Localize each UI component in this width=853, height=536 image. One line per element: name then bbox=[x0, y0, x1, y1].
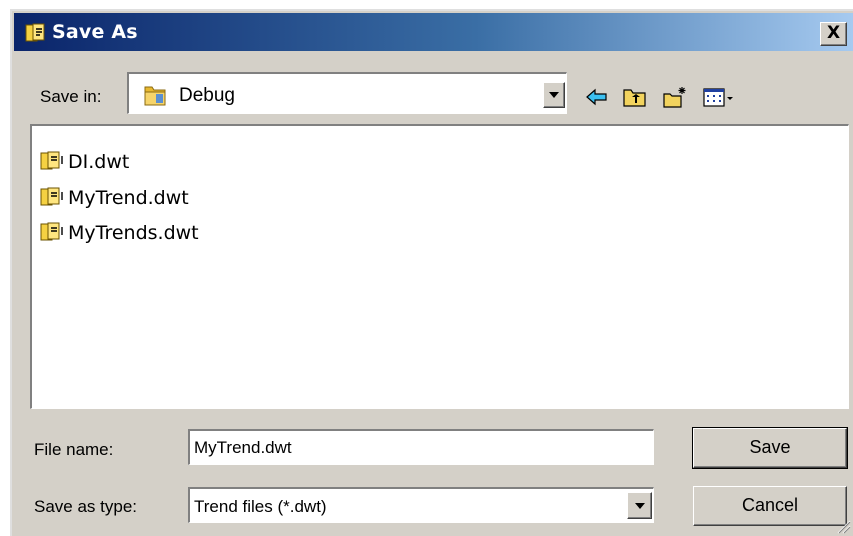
save-in-combo[interactable]: Debug bbox=[127, 72, 567, 114]
file-name-input[interactable] bbox=[188, 429, 654, 465]
file-name: DI.dwt bbox=[68, 151, 130, 173]
view-menu-icon[interactable] bbox=[702, 86, 736, 108]
trend-file-icon bbox=[40, 151, 63, 170]
trend-file-icon bbox=[40, 222, 63, 241]
save-as-type-value: Trend files (*.dwt) bbox=[194, 497, 327, 516]
save-in-value: Debug bbox=[179, 85, 235, 106]
file-name: MyTrend.dwt bbox=[68, 187, 189, 209]
new-folder-icon[interactable] bbox=[662, 86, 688, 108]
cancel-button[interactable]: Cancel bbox=[693, 486, 847, 526]
chevron-down-icon bbox=[635, 503, 645, 509]
save-in-dropdown-button[interactable] bbox=[543, 82, 565, 108]
back-arrow-icon[interactable] bbox=[584, 86, 610, 108]
close-button[interactable]: X bbox=[820, 22, 847, 46]
chevron-down-icon bbox=[549, 92, 559, 98]
file-list[interactable]: DI.dwt MyTrend.dwt MyTrends.dwt bbox=[30, 124, 849, 409]
file-name-label: File name: bbox=[34, 440, 114, 459]
close-icon: X bbox=[826, 23, 841, 43]
trend-file-icon bbox=[40, 187, 63, 206]
save-as-type-combo[interactable]: Trend files (*.dwt) bbox=[188, 487, 654, 523]
resize-grip-icon[interactable] bbox=[837, 520, 851, 534]
trend-file-icon bbox=[25, 23, 45, 42]
up-folder-icon[interactable] bbox=[622, 86, 648, 108]
window-title: Save As bbox=[52, 21, 138, 43]
save-in-label: Save in: bbox=[40, 87, 102, 106]
save-as-type-label: Save as type: bbox=[34, 497, 138, 516]
file-name: MyTrends.dwt bbox=[68, 222, 199, 244]
save-as-type-dropdown-button[interactable] bbox=[627, 492, 652, 519]
save-as-dialog: Save As X Save in: Debug DI.dwt MyTrend.… bbox=[10, 9, 853, 536]
save-button[interactable]: Save bbox=[692, 427, 848, 469]
folder-icon bbox=[144, 86, 166, 106]
title-bar[interactable]: Save As X bbox=[14, 13, 853, 51]
